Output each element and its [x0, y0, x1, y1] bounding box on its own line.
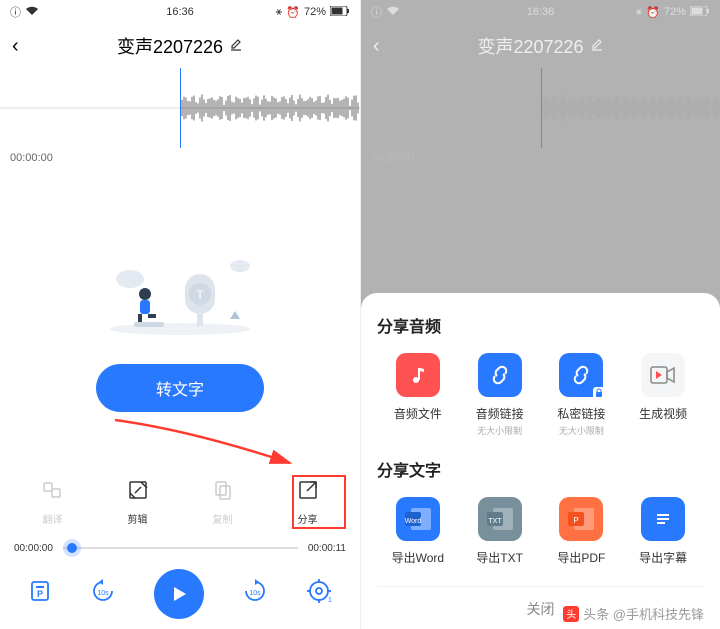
subtitle-icon: [641, 497, 685, 541]
svg-text:P: P: [574, 516, 579, 525]
status-bar: ⓘ 16:36 ⚹ ⏰ 72%: [361, 0, 720, 24]
bluetooth-icon: ⚹: [636, 6, 643, 19]
wifi-icon: [386, 6, 400, 19]
svg-text:1x: 1x: [328, 597, 332, 604]
export-word[interactable]: Word 导出Word: [380, 497, 456, 566]
waveform: [361, 68, 720, 148]
phone-screen-left: ⓘ 16:36 ⚹ ⏰ 72% ‹ 变声2207226: [0, 0, 360, 629]
share-audio-title: 分享音频: [377, 313, 704, 337]
video-icon: [641, 353, 685, 397]
alarm-icon: ⏰: [646, 6, 660, 19]
back-button[interactable]: ‹: [12, 35, 19, 58]
clock: 16:36: [166, 6, 194, 18]
phone-screen-right: ⓘ 16:36 ⚹ ⏰ 72% ‹ 变声2207226: [360, 0, 720, 629]
page-title: 变声2207226: [477, 33, 603, 59]
timestamp: 00:00:00: [361, 148, 720, 168]
svg-text:T: T: [196, 288, 204, 302]
edit-icon[interactable]: [590, 38, 604, 55]
illustration-svg: T: [90, 224, 270, 344]
private-link-icon: [559, 353, 603, 397]
share-audio-grid: 音频文件 音频链接 无大小限制 私密链接 无大小限制: [377, 353, 704, 437]
music-file-icon: [396, 353, 440, 397]
tool-trim[interactable]: 剪辑: [127, 479, 149, 526]
svg-text:P: P: [37, 589, 43, 599]
progress-bar[interactable]: [63, 547, 298, 549]
word-icon: Word: [396, 497, 440, 541]
sim-icon: ⓘ: [371, 4, 382, 20]
forward-10s-button[interactable]: 10s: [240, 579, 270, 609]
timestamp: 00:00:00: [0, 148, 360, 168]
marker-button[interactable]: P: [28, 579, 52, 609]
txt-icon: TXT: [478, 497, 522, 541]
play-button[interactable]: [154, 569, 204, 619]
tool-translate[interactable]: 翻译: [42, 479, 64, 526]
watermark: 头 头条 @手机科技先锋: [563, 604, 704, 623]
playhead: [180, 68, 181, 148]
battery-text: 72%: [664, 6, 686, 18]
title-bar: ‹ 变声2207226: [0, 24, 360, 68]
share-text-title: 分享文字: [377, 457, 704, 481]
bluetooth-icon: ⚹: [276, 6, 283, 19]
battery-icon: [690, 6, 710, 19]
alarm-icon: ⏰: [286, 6, 300, 19]
page-title: 变声2207226: [117, 33, 243, 59]
edit-icon[interactable]: [229, 38, 243, 55]
waveform[interactable]: [0, 68, 360, 148]
share-audio-link[interactable]: 音频链接 无大小限制: [462, 353, 538, 437]
progress-row: 00:00:00 00:00:11: [0, 537, 360, 559]
battery-text: 72%: [304, 6, 326, 18]
time-current: 00:00:00: [14, 543, 53, 554]
back-button[interactable]: ‹: [373, 35, 380, 58]
svg-text:10s: 10s: [97, 590, 109, 597]
empty-state: T 转文字: [0, 168, 360, 467]
tool-share[interactable]: 分享: [297, 479, 319, 526]
share-text-grid: Word 导出Word TXT 导出TXT P 导出PDF: [377, 497, 704, 566]
status-bar: ⓘ 16:36 ⚹ ⏰ 72%: [0, 0, 360, 24]
battery-icon: [330, 6, 350, 19]
export-txt[interactable]: TXT 导出TXT: [462, 497, 538, 566]
export-pdf[interactable]: P 导出PDF: [543, 497, 619, 566]
share-private-link[interactable]: 私密链接 无大小限制: [543, 353, 619, 437]
export-subtitle[interactable]: 导出字幕: [625, 497, 701, 566]
sim-icon: ⓘ: [10, 4, 21, 20]
settings-button[interactable]: 1x: [306, 578, 332, 610]
title-bar: ‹ 变声2207226: [361, 24, 720, 68]
share-audio-file[interactable]: 音频文件: [380, 353, 456, 437]
tool-copy[interactable]: 复制: [212, 479, 234, 526]
share-generate-video[interactable]: 生成视频: [625, 353, 701, 437]
trim-icon: [127, 479, 149, 507]
playhead: [541, 68, 542, 148]
translate-icon: [42, 479, 64, 507]
transcribe-button[interactable]: 转文字: [96, 364, 264, 412]
share-icon: [297, 479, 319, 507]
clock: 16:36: [527, 6, 555, 18]
wifi-icon: [25, 6, 39, 19]
rewind-10s-button[interactable]: 10s: [88, 579, 118, 609]
time-total: 00:00:11: [308, 543, 346, 554]
pdf-icon: P: [559, 497, 603, 541]
svg-text:TXT: TXT: [488, 518, 502, 525]
svg-text:Word: Word: [405, 518, 422, 525]
svg-text:10s: 10s: [249, 590, 261, 597]
playback-controls: P 10s 10s 1x: [0, 559, 360, 629]
copy-icon: [212, 479, 234, 507]
watermark-icon: 头: [563, 606, 579, 622]
share-sheet: 分享音频 音频文件 音频链接 无大小限制: [361, 293, 720, 629]
toolbar: 翻译 剪辑 复制 分享: [0, 467, 360, 537]
link-icon: [478, 353, 522, 397]
